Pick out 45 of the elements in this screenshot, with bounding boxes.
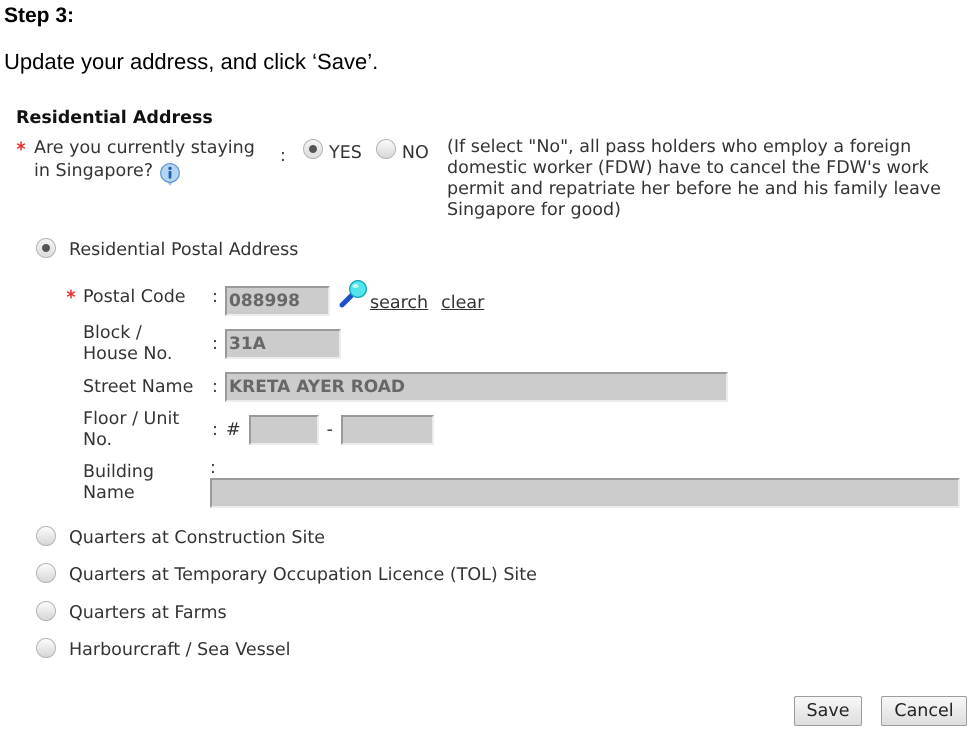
colon: : bbox=[212, 334, 219, 354]
section-title: Residential Address bbox=[16, 108, 213, 129]
radio-button[interactable] bbox=[36, 600, 56, 620]
radio-label: YES bbox=[329, 142, 362, 164]
block-field[interactable]: 31A bbox=[225, 329, 341, 359]
street-name-field[interactable]: KRETA AYER ROAD bbox=[225, 372, 728, 402]
radio-label: Quarters at Temporary Occupation Licence (TOL) Site bbox=[69, 564, 537, 586]
radio-label: Quarters at Farms bbox=[69, 602, 227, 624]
question-label: Are you currently staying bbox=[34, 137, 255, 160]
save-button[interactable]: Save bbox=[794, 696, 862, 726]
note-text: (If select "No", all pass holders who employ a foreign domestic worker (FDW) have to cancel the FDW's work permit and repatriate her before he and his family leave Singapore for good) bbox=[447, 137, 942, 221]
unit-field[interactable] bbox=[341, 415, 434, 445]
field-label: Building Name bbox=[83, 462, 155, 504]
question-label: in Singapore? bbox=[34, 160, 154, 183]
colon: : bbox=[212, 420, 219, 440]
unit-prefix: # bbox=[225, 419, 241, 442]
radio-label: Residential Postal Address bbox=[69, 239, 298, 261]
floor-field[interactable] bbox=[248, 415, 319, 445]
radio-button[interactable] bbox=[376, 139, 396, 159]
colon: : bbox=[279, 145, 287, 167]
radio-label: Quarters at Construction Site bbox=[69, 526, 326, 548]
info-icon[interactable] bbox=[159, 162, 182, 186]
radio-label: NO bbox=[402, 142, 429, 164]
colon: : bbox=[212, 287, 219, 308]
radio-button[interactable] bbox=[303, 139, 323, 159]
radio-button[interactable] bbox=[36, 563, 56, 583]
cancel-button[interactable]: Cancel bbox=[881, 696, 967, 726]
radio-button[interactable] bbox=[36, 638, 56, 658]
field-label: Floor / Unit No. bbox=[83, 409, 180, 451]
radio-button[interactable] bbox=[36, 238, 56, 258]
field-label: Postal Code bbox=[83, 287, 186, 308]
radio-button[interactable] bbox=[36, 526, 56, 546]
instruction-text: Update your address, and click ‘Save’. bbox=[4, 49, 378, 75]
field-label: Street Name bbox=[83, 376, 194, 398]
colon: : bbox=[212, 376, 219, 398]
postal-code-field[interactable]: 088998 bbox=[225, 286, 330, 316]
colon: : bbox=[210, 458, 216, 478]
clear-link[interactable]: clear bbox=[441, 293, 484, 314]
search-link[interactable]: search bbox=[370, 293, 428, 314]
building-name-field[interactable] bbox=[210, 478, 960, 508]
search-icon[interactable] bbox=[338, 279, 368, 309]
field-label: Block / House No. bbox=[83, 323, 174, 365]
radio-label: Harbourcraft / Sea Vessel bbox=[69, 639, 290, 661]
step-heading: Step 3: bbox=[4, 3, 74, 28]
unit-separator: - bbox=[326, 419, 333, 442]
